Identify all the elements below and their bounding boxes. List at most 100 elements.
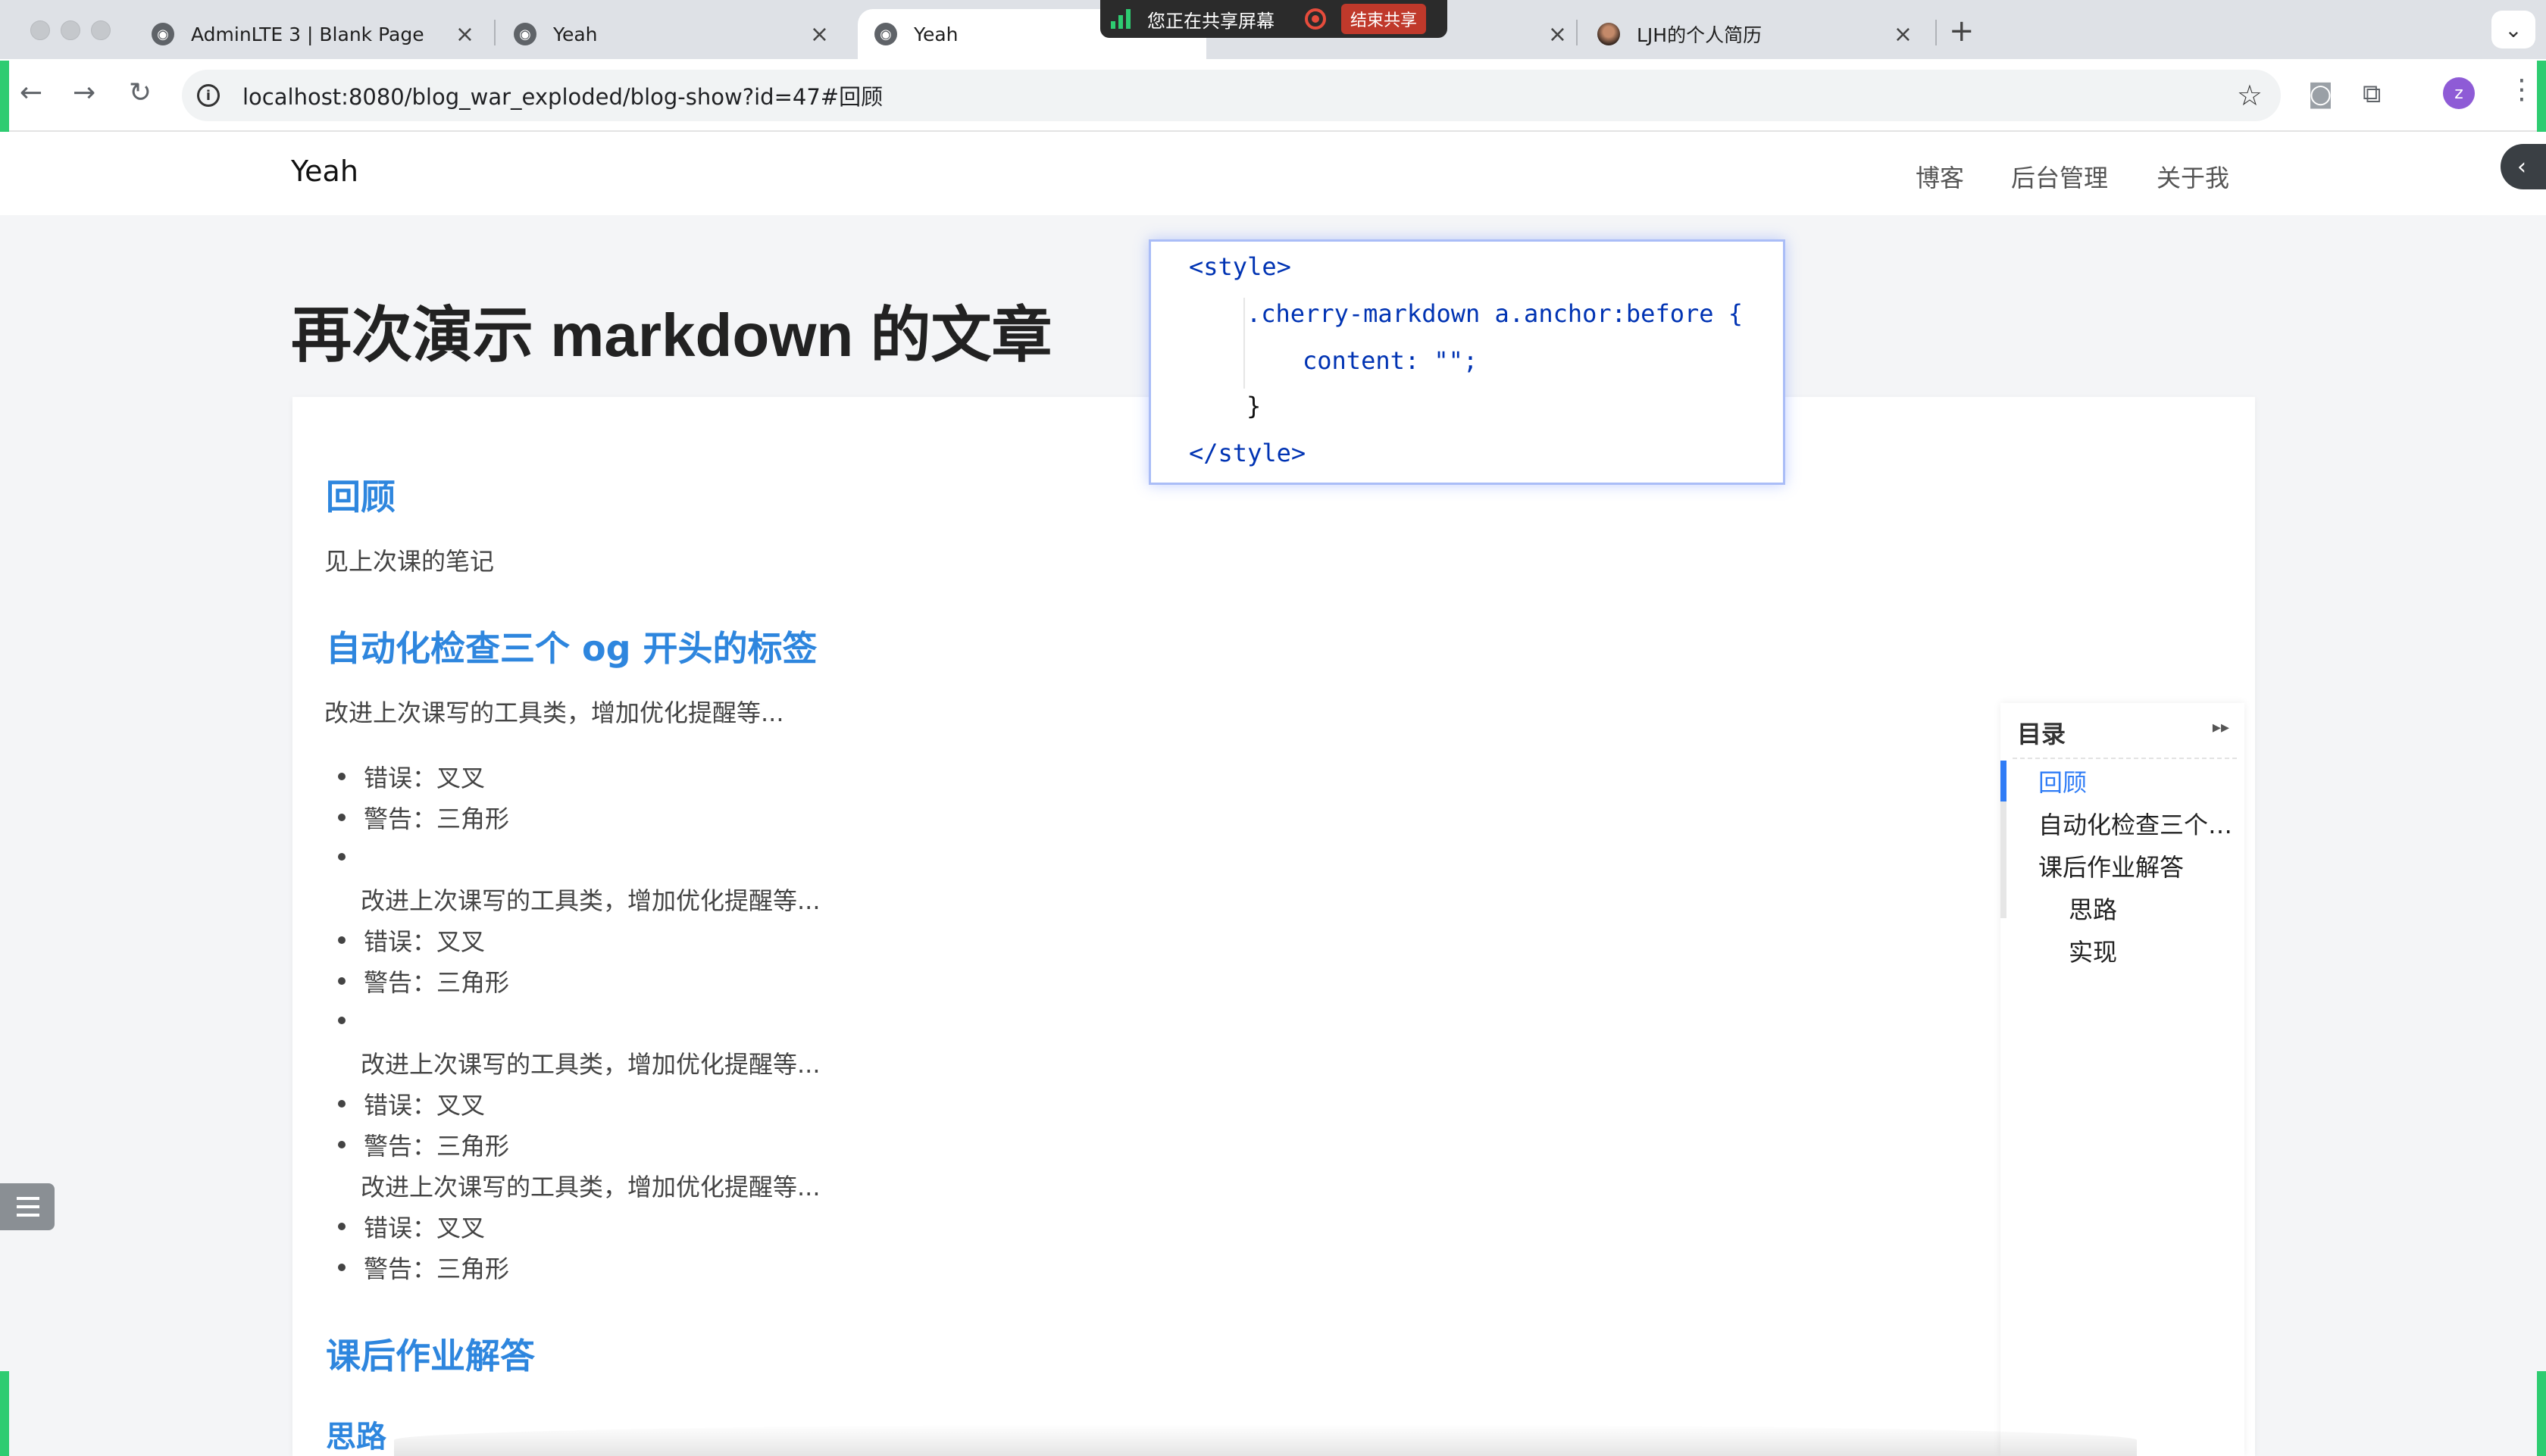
window-zoom-dot[interactable] xyxy=(91,20,111,40)
close-icon[interactable]: × xyxy=(810,21,829,48)
nested-paragraph: 改进上次课写的工具类，增加优化提醒等... xyxy=(361,1050,821,1079)
code-snippet-popup: <style> .cherry-markdown a.anchor:before… xyxy=(1149,239,1785,485)
collapse-icon[interactable]: ▸▸ xyxy=(2213,718,2229,737)
window-close-dot[interactable] xyxy=(30,20,50,40)
tab-title: LJH的个人简历 xyxy=(1637,24,1762,46)
bullet xyxy=(338,853,346,861)
globe-icon: ◉ xyxy=(874,23,897,45)
toc-item-homework[interactable]: 课后作业解答 xyxy=(2038,848,2237,883)
tab-title: Yeah xyxy=(553,23,598,45)
page-title: 再次演示 markdown 的文章 xyxy=(291,302,1052,369)
chevron-down-icon: ⌄ xyxy=(2504,17,2523,42)
code-line: content: ""; xyxy=(1303,346,1478,375)
close-icon[interactable]: × xyxy=(1894,21,1913,48)
toc-item-implementation[interactable]: 实现 xyxy=(2069,933,2237,968)
list-item: 错误：叉叉 xyxy=(338,923,485,958)
reload-icon[interactable]: ↻ xyxy=(129,77,152,108)
list-item: 警告：三角形 xyxy=(338,1127,509,1162)
code-line: .cherry-markdown a.anchor:before { xyxy=(1246,299,1744,328)
tab-resume[interactable]: LJH的个人简历 × xyxy=(1581,9,1929,59)
scroll-shadow xyxy=(394,1424,2137,1456)
url-text[interactable]: localhost:8080/blog_war_exploded/blog-sh… xyxy=(242,80,883,111)
tab-search-button[interactable]: ⌄ xyxy=(2491,11,2535,48)
bookmark-star-icon[interactable]: ☆ xyxy=(2237,79,2263,112)
bullet xyxy=(338,1017,346,1024)
site-brand[interactable]: Yeah xyxy=(291,155,358,188)
list-item-text: 警告：三角形 xyxy=(364,968,510,997)
toc-item-og-tags[interactable]: 自动化检查三个 og 开头的标签 xyxy=(2038,806,2238,841)
list-item xyxy=(338,1005,364,1036)
close-icon[interactable]: × xyxy=(1548,21,1567,48)
camera-icon[interactable]: ◙ xyxy=(2308,79,2333,109)
toc-item-idea[interactable]: 思路 xyxy=(2069,891,2237,926)
bullet xyxy=(338,1264,346,1271)
window-minimize-dot[interactable] xyxy=(61,20,80,40)
og-paragraph: 改进上次课写的工具类，增加优化提醒等... xyxy=(324,698,784,727)
globe-icon: ◉ xyxy=(152,23,174,45)
list-item: 警告：三角形 xyxy=(338,800,509,835)
review-paragraph: 见上次课的笔记 xyxy=(324,547,495,576)
avatar-letter: z xyxy=(2454,83,2463,103)
heading-homework: 课后作业解答 xyxy=(326,1336,535,1376)
bullet xyxy=(338,773,346,780)
tab-hidden[interactable]: × xyxy=(1447,9,1584,59)
list-item: 错误：叉叉 xyxy=(338,1086,485,1121)
toc-item-review[interactable]: 回顾 xyxy=(2038,764,2237,798)
list-item-text: 错误：叉叉 xyxy=(364,1214,486,1242)
stop-sharing-button[interactable]: 结束共享 xyxy=(1341,4,1427,34)
tab-divider xyxy=(1576,20,1578,45)
extensions-icon[interactable]: ⧉ xyxy=(2363,79,2381,109)
screen-share-banner: 您正在共享屏幕 结束共享 xyxy=(1100,0,1447,38)
site-navbar: Yeah 博客 后台管理 关于我 xyxy=(0,132,2546,215)
tab-divider xyxy=(494,20,496,45)
list-item: 错误：叉叉 xyxy=(338,759,485,794)
globe-icon: ◉ xyxy=(514,23,536,45)
side-panel-toggle[interactable]: ‹ xyxy=(2501,144,2546,189)
bullet xyxy=(338,1100,346,1108)
list-item-text: 警告：三角形 xyxy=(364,805,510,833)
code-line: } xyxy=(1246,392,1262,420)
heading-review: 回顾 xyxy=(326,476,396,517)
address-bar[interactable]: i localhost:8080/blog_war_exploded/blog-… xyxy=(182,70,2281,121)
share-border-right-bottom xyxy=(2537,1371,2546,1456)
nav-link-about[interactable]: 关于我 xyxy=(2157,159,2229,194)
nested-paragraph: 改进上次课写的工具类，增加优化提醒等... xyxy=(361,886,821,915)
list-item: 警告：三角形 xyxy=(338,964,509,998)
list-item-text: 错误：叉叉 xyxy=(364,1091,486,1120)
bullet xyxy=(338,977,346,985)
nav-link-admin[interactable]: 后台管理 xyxy=(2011,159,2108,194)
list-item: 警告：三角形 xyxy=(338,1250,509,1285)
avatar[interactable]: z xyxy=(2443,77,2475,109)
toc-title: 目录 xyxy=(2017,720,2066,748)
close-icon[interactable]: × xyxy=(455,21,474,48)
list-item-text: 警告：三角形 xyxy=(364,1132,510,1161)
tab-adminlte[interactable]: ◉ AdminLTE 3 | Blank Page × xyxy=(135,9,491,59)
toc-toggle-button[interactable] xyxy=(0,1183,55,1230)
toc-divider xyxy=(2013,758,2237,759)
nested-paragraph: 改进上次课写的工具类，增加优化提醒等... xyxy=(361,1173,821,1201)
record-icon xyxy=(1305,8,1326,30)
share-activity-icon xyxy=(1111,9,1131,29)
back-arrow-icon[interactable]: ← xyxy=(20,77,42,108)
profile-photo-icon xyxy=(1597,23,1620,45)
nav-link-blog[interactable]: 博客 xyxy=(1916,159,1964,194)
toc-active-indicator xyxy=(2000,761,2006,801)
bullet xyxy=(338,936,346,944)
chevron-left-icon: ‹ xyxy=(2517,153,2526,180)
article-card xyxy=(292,397,2255,1456)
more-menu-icon[interactable]: ⋮ xyxy=(2508,74,2535,105)
heading-og-tags: 自动化检查三个 og 开头的标签 xyxy=(326,628,818,669)
list-item-text: 错误：叉叉 xyxy=(364,927,486,956)
bullet xyxy=(338,1223,346,1230)
heading-idea: 思路 xyxy=(326,1420,386,1454)
site-info-icon[interactable]: i xyxy=(197,84,220,107)
share-status-text: 您正在共享屏幕 xyxy=(1147,10,1275,32)
forward-arrow-icon[interactable]: → xyxy=(73,77,95,108)
code-line: <style> xyxy=(1189,252,1291,281)
tab-yeah-1[interactable]: ◉ Yeah × xyxy=(497,9,846,59)
indent-guide xyxy=(1243,298,1245,389)
list-item: 错误：叉叉 xyxy=(338,1209,485,1244)
tab-divider xyxy=(1935,20,1937,45)
bullet xyxy=(338,1141,346,1148)
new-tab-button[interactable]: + xyxy=(1949,14,1975,48)
